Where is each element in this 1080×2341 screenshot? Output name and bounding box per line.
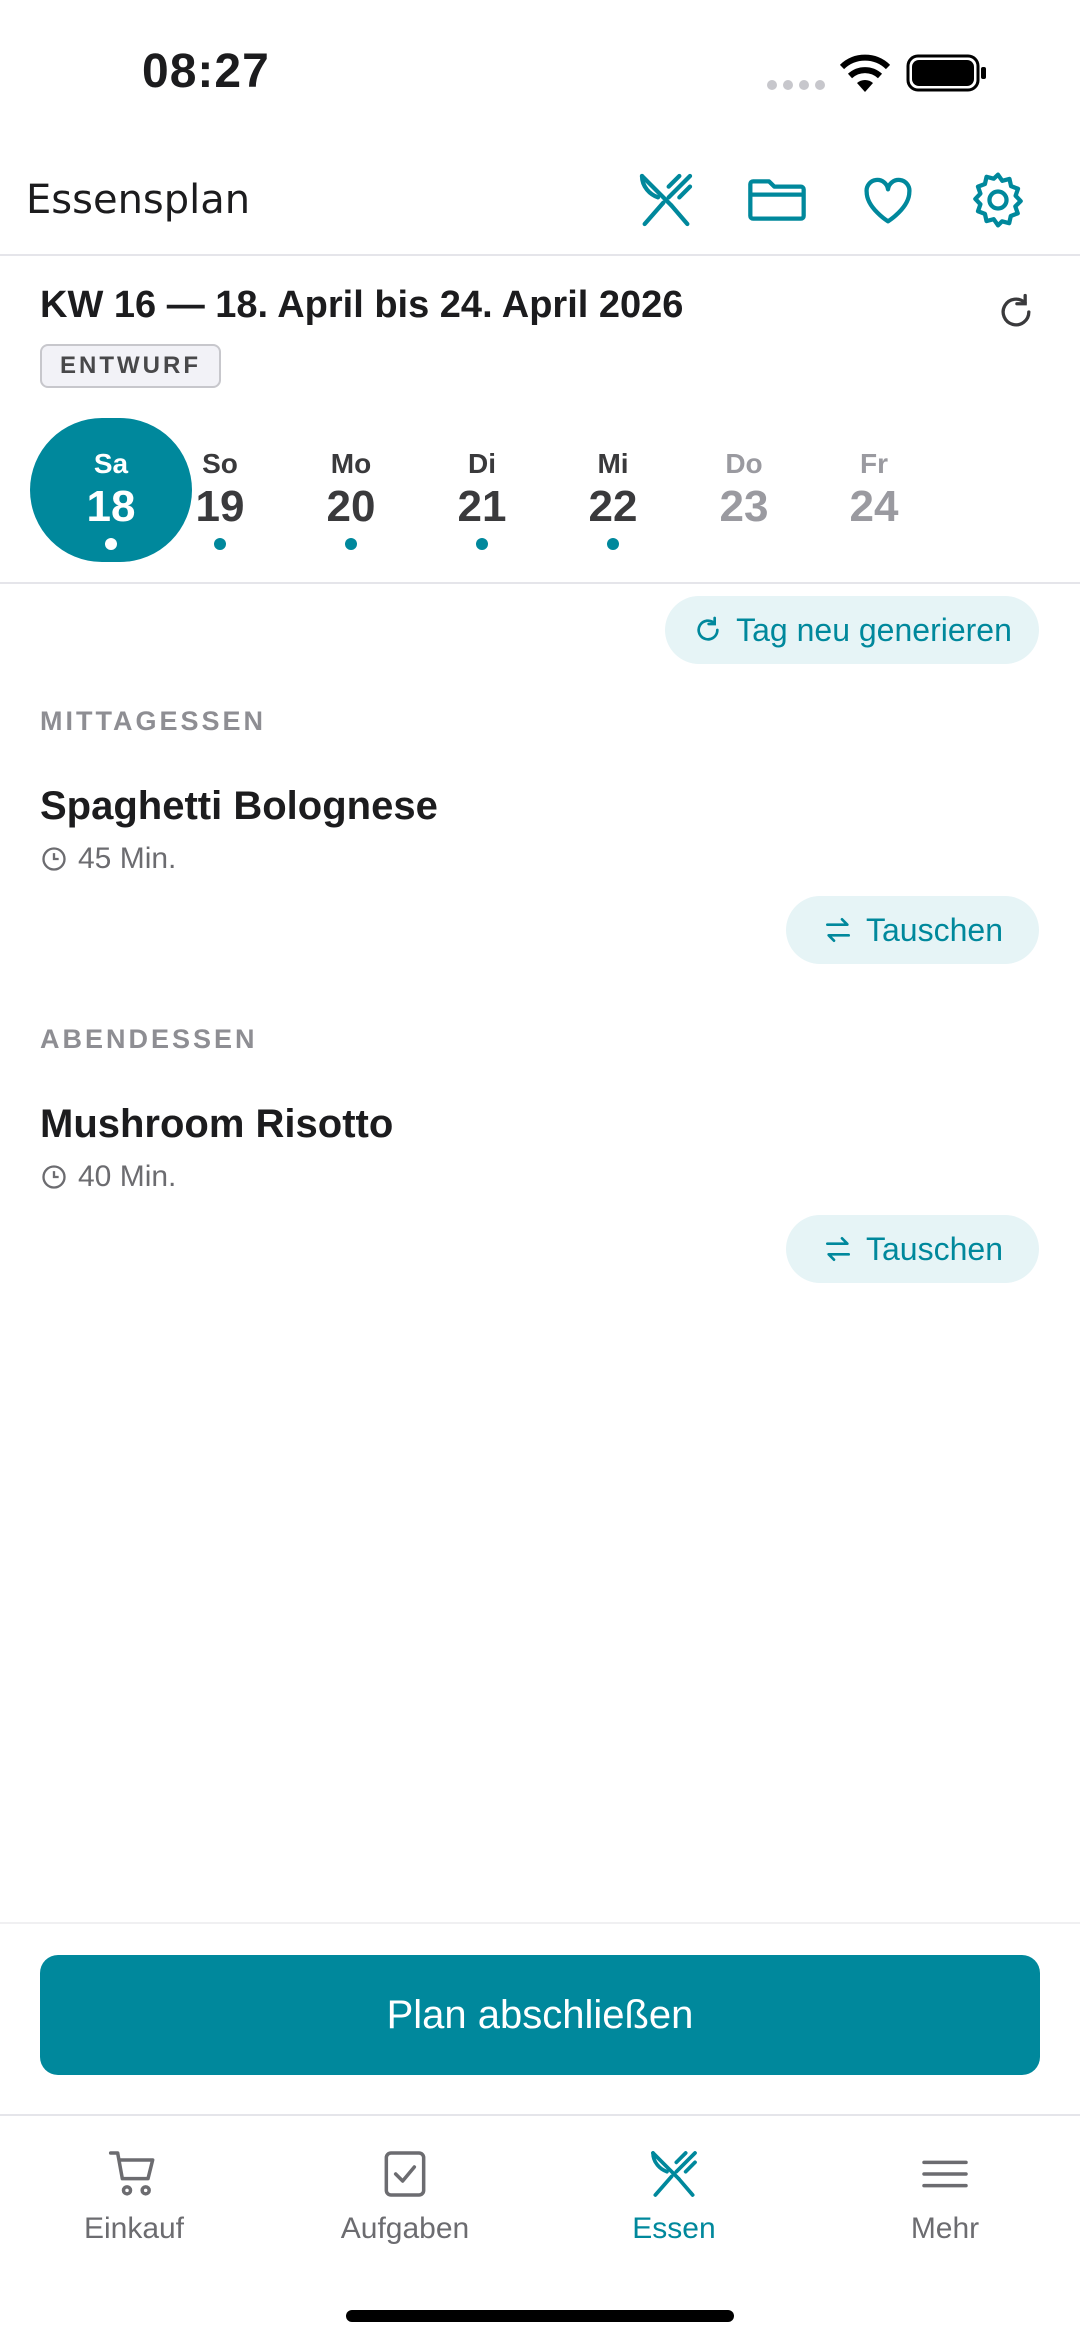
header-divider xyxy=(0,254,1080,256)
utensils-icon xyxy=(651,2151,697,2197)
day-mi[interactable]: Mi 22 xyxy=(543,418,683,562)
swap-button[interactable]: Tauschen xyxy=(786,896,1039,964)
swap-label: Tauschen xyxy=(866,911,1003,948)
day-name: Di xyxy=(468,448,496,479)
swap-icon xyxy=(822,914,854,946)
day-number: 19 xyxy=(195,482,245,531)
menu-icon xyxy=(922,2160,968,2188)
home-indicator xyxy=(346,2310,734,2322)
gear-icon[interactable] xyxy=(966,168,1030,232)
day-do[interactable]: Do 23 xyxy=(674,418,814,562)
day-number: 24 xyxy=(849,482,899,531)
tab-label: Essen xyxy=(632,2212,716,2245)
checkbox-icon xyxy=(384,2151,426,2197)
meal-time: 40 Min. xyxy=(40,1160,176,1194)
meal-time-value: 40 Min. xyxy=(78,1160,177,1193)
day-di[interactable]: Di 21 xyxy=(412,418,552,562)
meal-indicator-dot xyxy=(476,538,488,550)
swap-icon xyxy=(822,1233,854,1265)
day-name: Mi xyxy=(597,448,629,479)
day-number: 20 xyxy=(326,482,376,531)
week-title: KW 16 — 18. April bis 24. April 2026 xyxy=(40,284,684,326)
day-number: 23 xyxy=(719,482,769,531)
battery-icon xyxy=(906,54,988,99)
day-so[interactable]: So 19 xyxy=(150,418,290,562)
swap-label: Tauschen xyxy=(866,1230,1003,1267)
meal-indicator-dot xyxy=(345,538,357,550)
meal-indicator-dot xyxy=(214,538,226,550)
tab-einkauf[interactable]: Einkauf xyxy=(34,2146,234,2246)
cart-icon xyxy=(108,2151,155,2196)
tab-essen[interactable]: Essen xyxy=(574,2146,774,2246)
utensils-icon[interactable] xyxy=(634,168,698,232)
signal-icon xyxy=(766,78,826,96)
status-badge: ENTWURF xyxy=(40,344,221,388)
day-name: Mo xyxy=(330,448,372,479)
day-number: 22 xyxy=(588,482,638,531)
section-label-dinner: ABENDESSEN xyxy=(40,1024,258,1054)
meal-title[interactable]: Mushroom Risotto xyxy=(40,1102,393,1147)
meal-indicator-dot xyxy=(105,538,117,550)
page-title: Essensplan xyxy=(26,177,251,223)
meal-indicator-dot xyxy=(607,538,619,550)
finish-plan-button[interactable]: Plan abschließen xyxy=(40,1955,1040,2075)
tab-aufgaben[interactable]: Aufgaben xyxy=(305,2146,505,2246)
meal-time-value: 45 Min. xyxy=(78,842,177,875)
tab-mehr[interactable]: Mehr xyxy=(845,2146,1045,2246)
folder-icon[interactable] xyxy=(745,168,809,232)
clock-icon xyxy=(40,1163,68,1191)
days-divider xyxy=(0,582,1080,584)
regenerate-day-button[interactable]: Tag neu generieren xyxy=(665,596,1039,664)
day-number: 21 xyxy=(457,482,507,531)
regenerate-day-label: Tag neu generieren xyxy=(736,611,1012,648)
tabbar-divider xyxy=(0,2114,1080,2116)
section-label-lunch: MITTAGESSEN xyxy=(40,706,267,736)
refresh-icon xyxy=(692,614,724,646)
heart-icon[interactable] xyxy=(856,168,920,232)
meal-title[interactable]: Spaghetti Bolognese xyxy=(40,784,438,829)
wifi-icon xyxy=(838,54,892,99)
clock-icon xyxy=(40,845,68,873)
status-time: 08:27 xyxy=(142,45,270,98)
day-name: So xyxy=(202,448,238,479)
swap-button[interactable]: Tauschen xyxy=(786,1215,1039,1283)
meal-time: 45 Min. xyxy=(40,842,176,876)
tab-label: Einkauf xyxy=(83,2212,185,2245)
day-fr[interactable]: Fr 24 xyxy=(804,418,944,562)
day-name: Fr xyxy=(860,448,888,479)
footer-divider xyxy=(0,1922,1080,1924)
refresh-icon[interactable] xyxy=(994,290,1038,339)
day-name: Do xyxy=(725,448,763,479)
tab-label: Mehr xyxy=(910,2212,980,2245)
day-mo[interactable]: Mo 20 xyxy=(281,418,421,562)
tab-label: Aufgaben xyxy=(340,2212,470,2245)
